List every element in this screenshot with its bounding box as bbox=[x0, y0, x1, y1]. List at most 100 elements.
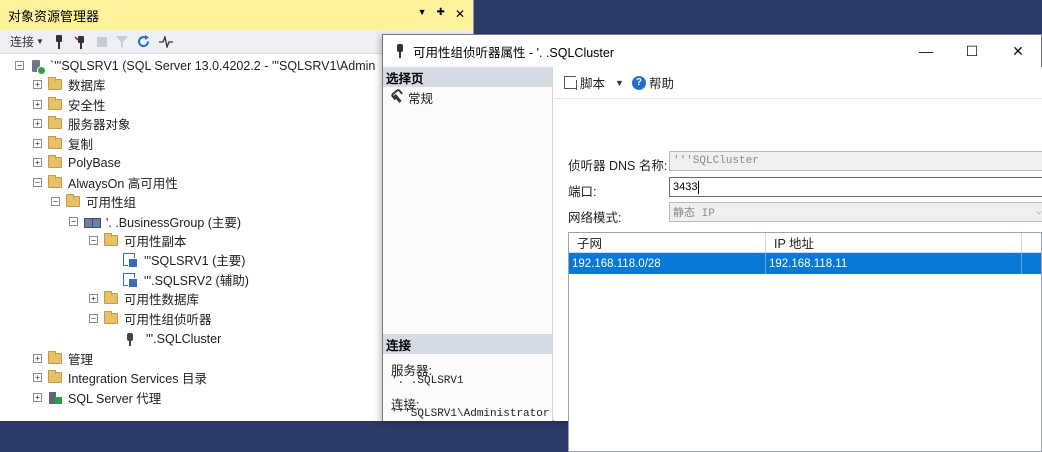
tree-node-server[interactable]: − `'''SQLSRV1 (SQL Server 13.0.4202.2 - … bbox=[15, 56, 375, 75]
tree-node-integration-services[interactable]: + Integration Services 目录 bbox=[33, 368, 207, 387]
dialog-title: 可用性组侦听器属性 - '. .SQLCluster bbox=[413, 45, 615, 60]
network-mode-select[interactable]: 静态 IP ⌵ bbox=[669, 202, 1042, 222]
expand-icon[interactable]: + bbox=[33, 80, 42, 89]
object-explorer-title: 对象资源管理器 bbox=[8, 8, 100, 24]
server-value: '. .SQLSRV1 bbox=[391, 375, 464, 387]
connection-value: '''SQLSRV1\Administrator bbox=[391, 408, 550, 420]
expand-icon[interactable]: + bbox=[33, 119, 42, 128]
tree-node-label: 可用性副本 bbox=[124, 235, 187, 249]
tree-node-server-objects[interactable]: + 服务器对象 bbox=[33, 114, 131, 133]
page-selector-pane: 选择页 常规 连接 服务器: '. .SQLSRV1 连接: '''SQLSRV… bbox=[383, 67, 553, 421]
collapse-icon[interactable]: − bbox=[69, 217, 78, 226]
folder-icon bbox=[104, 233, 118, 246]
connect-button[interactable]: 连接 ▼ bbox=[10, 33, 44, 50]
chevron-down-icon: ▼ bbox=[36, 37, 44, 46]
tree-node-alwayson[interactable]: − AlwaysOn 高可用性 bbox=[33, 173, 178, 192]
tree-node-label: SQL Server 代理 bbox=[68, 392, 162, 406]
folder-icon bbox=[48, 155, 62, 168]
help-label: 帮助 bbox=[648, 77, 674, 91]
connect-plug-icon[interactable] bbox=[53, 34, 65, 49]
activity-monitor-icon[interactable] bbox=[158, 35, 173, 48]
collapse-icon[interactable]: − bbox=[89, 236, 98, 245]
tree-node-business-group[interactable]: − '. .BusinessGroup (主要) bbox=[69, 212, 241, 231]
tree-node-label: PolyBase bbox=[68, 155, 121, 170]
expand-icon[interactable]: + bbox=[33, 100, 42, 109]
tree-node-ag-listeners[interactable]: − 可用性组侦听器 bbox=[89, 309, 212, 328]
tree-node-replica-primary[interactable]: '''SQLSRV1 (主要) bbox=[122, 250, 245, 269]
tree-node-availability-groups[interactable]: − 可用性组 bbox=[51, 192, 136, 211]
port-label: 端口: bbox=[568, 185, 597, 199]
collapse-icon[interactable]: − bbox=[33, 178, 42, 187]
cell-ip: 192.168.118.11 bbox=[766, 253, 1022, 274]
script-label: 脚本 bbox=[580, 77, 606, 91]
listener-properties-dialog: 可用性组侦听器属性 - '. .SQLCluster — ☐ ✕ 选择页 常规 … bbox=[382, 34, 1042, 452]
chevron-down-icon: ⌵ bbox=[1035, 207, 1042, 218]
tree-node-availability-databases[interactable]: + 可用性数据库 bbox=[89, 289, 199, 308]
tree-node-label: 服务器对象 bbox=[68, 118, 131, 132]
collapse-icon[interactable]: − bbox=[15, 61, 24, 70]
tree-node-label: '. .BusinessGroup (主要) bbox=[106, 216, 242, 230]
connect-label: 连接 bbox=[10, 35, 35, 49]
stop-icon[interactable] bbox=[96, 36, 107, 47]
chevron-down-icon[interactable]: ▼ bbox=[615, 78, 624, 88]
minimize-button[interactable]: — bbox=[903, 35, 949, 67]
tree-node-listener-sqlcluster[interactable]: '''.SQLCluster bbox=[124, 329, 222, 348]
tree-node-label: Integration Services 目录 bbox=[68, 372, 207, 386]
tree-node-availability-replicas[interactable]: − 可用性副本 bbox=[89, 231, 187, 250]
collapse-icon[interactable]: − bbox=[89, 314, 98, 323]
tree-node-label: 数据库 bbox=[68, 79, 106, 93]
listener-icon bbox=[124, 332, 136, 346]
collapse-icon[interactable]: − bbox=[51, 197, 60, 206]
expand-icon[interactable]: + bbox=[33, 393, 42, 402]
tree-node-sql-agent[interactable]: + SQL Server 代理 bbox=[33, 388, 161, 407]
folder-icon bbox=[104, 291, 118, 304]
tree-node-replica-secondary[interactable]: '''.SQLSRV2 (辅助) bbox=[122, 270, 249, 289]
page-item-general[interactable]: 常规 bbox=[383, 87, 552, 107]
expand-icon[interactable]: + bbox=[33, 373, 42, 382]
select-page-header: 选择页 bbox=[383, 67, 552, 87]
help-button[interactable]: ? 帮助 bbox=[631, 73, 674, 92]
tree-node-polybase[interactable]: + PolyBase bbox=[33, 153, 121, 172]
filter-icon[interactable] bbox=[115, 35, 128, 48]
tree-node-management[interactable]: + 管理 bbox=[33, 349, 93, 368]
port-field[interactable]: 3433 bbox=[669, 177, 1042, 197]
close-icon[interactable]: ✕ bbox=[455, 7, 465, 21]
refresh-icon[interactable] bbox=[137, 35, 150, 48]
tree-node-label: '''.SQLSRV2 (辅助) bbox=[144, 274, 249, 288]
folder-icon bbox=[104, 311, 118, 324]
tree-node-label: 可用性数据库 bbox=[124, 293, 200, 307]
dns-name-field[interactable]: '''SQLCluster bbox=[669, 151, 1042, 171]
folder-icon bbox=[48, 351, 62, 364]
availability-group-icon bbox=[84, 215, 101, 229]
server-icon bbox=[30, 59, 46, 75]
network-mode-value: 静态 IP bbox=[673, 208, 715, 220]
expand-icon[interactable]: + bbox=[33, 158, 42, 167]
table-row[interactable]: 192.168.118.0/28 192.168.118.11 bbox=[569, 253, 1041, 274]
page-item-label: 常规 bbox=[408, 91, 434, 106]
tree-node-databases[interactable]: + 数据库 bbox=[33, 75, 106, 94]
folder-icon bbox=[48, 97, 62, 110]
expand-icon[interactable]: + bbox=[33, 139, 42, 148]
tree-node-replication[interactable]: + 复制 bbox=[33, 134, 93, 153]
tree-node-security[interactable]: + 安全性 bbox=[33, 95, 106, 114]
connection-header: 连接 bbox=[383, 334, 552, 354]
dropdown-arrow-icon[interactable]: ▼ bbox=[418, 7, 427, 21]
column-header-subnet[interactable]: 子网 bbox=[569, 233, 766, 253]
column-header-ip[interactable]: IP 地址 bbox=[766, 233, 1022, 253]
dialog-title-bar: 可用性组侦听器属性 - '. .SQLCluster — ☐ ✕ bbox=[383, 35, 1041, 67]
tree-node-label: '''.SQLCluster bbox=[146, 331, 222, 346]
maximize-button[interactable]: ☐ bbox=[949, 35, 995, 67]
close-button[interactable]: ✕ bbox=[995, 35, 1041, 67]
folder-icon bbox=[66, 194, 80, 207]
folder-icon bbox=[48, 77, 62, 90]
pin-icon[interactable]: ✚ bbox=[437, 7, 445, 21]
expand-icon[interactable]: + bbox=[89, 294, 98, 303]
disconnect-icon[interactable] bbox=[74, 35, 88, 49]
tree-node-label: 管理 bbox=[68, 353, 94, 367]
folder-icon bbox=[48, 370, 62, 383]
expand-icon[interactable]: + bbox=[33, 354, 42, 363]
tree-node-label: '''SQLSRV1 (主要) bbox=[144, 254, 246, 268]
script-button[interactable]: 脚本 bbox=[564, 73, 605, 92]
listener-icon bbox=[395, 44, 405, 58]
help-icon: ? bbox=[631, 75, 646, 90]
